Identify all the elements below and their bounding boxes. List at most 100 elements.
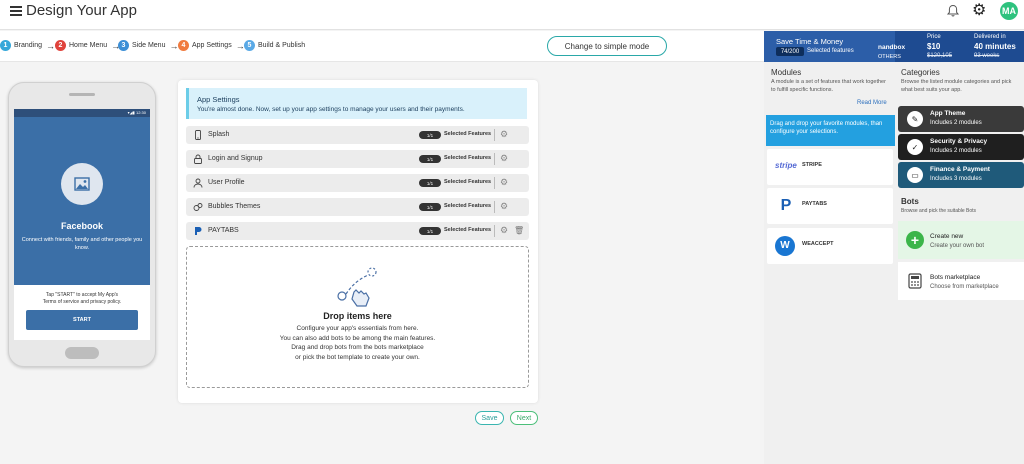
settings-subtitle: You're almost done. Now, set up your app… bbox=[197, 106, 465, 113]
selected-features-label: Selected Features bbox=[444, 155, 492, 161]
app-description: Connect with friends, family and other p… bbox=[21, 237, 143, 251]
user-icon bbox=[193, 178, 203, 188]
step-label: Side Menu bbox=[132, 42, 166, 49]
feature-row-bubbles-themes[interactable]: Bubbles Themes 1/1 Selected Features ⚙ bbox=[186, 198, 529, 216]
feature-name: Login and Signup bbox=[208, 155, 263, 162]
splash-area: Facebook Connect with friends, family an… bbox=[14, 117, 150, 285]
step-number: 4 bbox=[178, 40, 189, 51]
step-side-menu[interactable]: 3 Side Menu → bbox=[118, 40, 178, 51]
step-build-publish[interactable]: 5 Build & Publish bbox=[244, 40, 305, 51]
terms-line-1: Tap "START" to accept My App's bbox=[45, 292, 119, 298]
promo-title: Save Time & Money bbox=[776, 37, 844, 46]
category-security-privacy[interactable]: ✓ Security & Privacy Includes 2 modules bbox=[898, 134, 1024, 160]
card-icon: ▭ bbox=[907, 167, 923, 183]
bot-option-title: Bots marketplace bbox=[930, 274, 981, 281]
next-button[interactable]: Next bbox=[510, 411, 538, 425]
categories-title: Categories bbox=[901, 68, 940, 77]
feature-name: PAYTABS bbox=[208, 227, 239, 234]
paytabs-logo-icon: P bbox=[780, 197, 792, 214]
category-count: Includes 2 modules bbox=[930, 148, 982, 154]
page-title: Design Your App bbox=[26, 2, 137, 19]
read-more-link[interactable]: Read More bbox=[857, 100, 887, 106]
paytabs-icon bbox=[195, 227, 202, 235]
gear-icon[interactable]: ⚙ bbox=[972, 3, 986, 19]
plus-icon: + bbox=[906, 231, 924, 249]
step-label: App Settings bbox=[192, 42, 232, 49]
step-number: 3 bbox=[118, 40, 129, 51]
selected-features-label: Selected Features bbox=[444, 227, 492, 233]
category-finance-payment[interactable]: ▭ Finance & Payment Includes 3 modules bbox=[898, 162, 1024, 188]
feature-row-user-profile[interactable]: User Profile 1/1 Selected Features ⚙ bbox=[186, 174, 529, 192]
save-button[interactable]: Save bbox=[475, 411, 504, 425]
divider bbox=[494, 177, 495, 189]
settings-icon[interactable]: ⚙ bbox=[500, 201, 508, 212]
category-name: Finance & Payment bbox=[930, 166, 990, 173]
promo-brand: nandbox bbox=[878, 44, 906, 51]
delivered-old: 93 weeks bbox=[974, 53, 1000, 59]
feature-row-login[interactable]: Login and Signup 1/1 Selected Features ⚙ bbox=[186, 150, 529, 168]
change-simple-mode-button[interactable]: Change to simple mode bbox=[547, 36, 667, 56]
avatar[interactable]: MA bbox=[1000, 2, 1018, 20]
category-count: Includes 2 modules bbox=[930, 120, 982, 126]
drop-instructions: Configure your app's essentials from her… bbox=[186, 324, 529, 362]
selected-features-label: Selected Features bbox=[444, 203, 492, 209]
terms-text: Tap "START" to accept My App's Terms of … bbox=[18, 292, 146, 306]
phone-preview: ▾◢▮ 12:30 Facebook Connect with friends,… bbox=[8, 82, 156, 367]
feature-name: Splash bbox=[208, 131, 230, 138]
module-name: PAYTABS bbox=[802, 201, 827, 207]
create-new-bot[interactable]: + Create new Create your own bot bbox=[898, 221, 1024, 259]
feature-name: User Profile bbox=[208, 179, 245, 186]
feature-count-badge: 1/1 bbox=[419, 131, 441, 139]
module-card-weaccept[interactable]: W WEACCEPT bbox=[767, 228, 893, 264]
feature-row-splash[interactable]: Splash 1/1 Selected Features ⚙ bbox=[186, 126, 529, 144]
step-label: Home Menu bbox=[69, 42, 108, 49]
bots-title: Bots bbox=[901, 197, 919, 206]
settings-icon[interactable]: ⚙ bbox=[500, 153, 508, 164]
bots-marketplace[interactable]: Bots marketplace Choose from marketplace bbox=[898, 262, 1024, 300]
status-bar: ▾◢▮ 12:30 bbox=[14, 109, 150, 117]
drop-title: Drop items here bbox=[323, 311, 392, 321]
modules-tip: Drag and drop your favorite modules, tha… bbox=[766, 115, 895, 146]
settings-icon[interactable]: ⚙ bbox=[500, 129, 508, 140]
arrow-right-icon: → bbox=[46, 40, 56, 51]
step-branding[interactable]: 1 Branding → bbox=[0, 40, 55, 51]
divider bbox=[494, 153, 495, 165]
bot-option-subtitle: Create your own bot bbox=[930, 243, 985, 249]
promo-others: OTHERS bbox=[878, 54, 901, 60]
bot-option-title: Create new bbox=[930, 233, 964, 240]
phone-speaker bbox=[69, 93, 95, 96]
step-home-menu[interactable]: 2 Home Menu → bbox=[55, 40, 120, 51]
image-placeholder-icon bbox=[61, 163, 103, 205]
price-value: $10 bbox=[927, 42, 941, 51]
palette-icon: ✎ bbox=[907, 111, 923, 127]
phone-home-button bbox=[65, 347, 99, 359]
trash-icon[interactable]: 🗑 bbox=[514, 225, 524, 236]
module-card-stripe[interactable]: stripe STRIPE bbox=[767, 149, 893, 185]
step-app-settings[interactable]: 4 App Settings → bbox=[178, 40, 245, 51]
category-app-theme[interactable]: ✎ App Theme Includes 2 modules bbox=[898, 106, 1024, 132]
menu-icon[interactable] bbox=[10, 6, 22, 16]
category-name: Security & Privacy bbox=[930, 138, 988, 145]
calculator-icon bbox=[908, 273, 922, 289]
module-name: STRIPE bbox=[802, 162, 822, 168]
divider bbox=[494, 129, 495, 141]
start-button[interactable]: START bbox=[26, 310, 138, 330]
module-card-paytabs[interactable]: P PAYTABS bbox=[767, 188, 893, 224]
category-name: App Theme bbox=[930, 110, 966, 117]
bubbles-icon bbox=[193, 203, 203, 211]
settings-icon[interactable]: ⚙ bbox=[500, 225, 508, 236]
shield-icon: ✓ bbox=[907, 139, 923, 155]
phone-screen: ▾◢▮ 12:30 Facebook Connect with friends,… bbox=[14, 109, 150, 340]
settings-icon[interactable]: ⚙ bbox=[500, 177, 508, 188]
price-label: Price bbox=[927, 34, 941, 40]
drop-line: You can also add bots to be among the ma… bbox=[279, 334, 436, 342]
stripe-logo-icon: stripe bbox=[775, 161, 797, 170]
status-time: 12:30 bbox=[135, 110, 146, 115]
drop-line: Drag and drop bots from the bots marketp… bbox=[291, 344, 424, 352]
bell-icon[interactable] bbox=[946, 4, 960, 18]
step-number: 1 bbox=[0, 40, 11, 51]
feature-row-paytabs[interactable]: PAYTABS 1/1 Selected Features ⚙ 🗑 bbox=[186, 222, 529, 240]
app-name: Facebook bbox=[60, 221, 103, 231]
modules-description: A module is a set of features that work … bbox=[771, 79, 886, 93]
promo-count-badge: 74/200 bbox=[776, 47, 804, 56]
